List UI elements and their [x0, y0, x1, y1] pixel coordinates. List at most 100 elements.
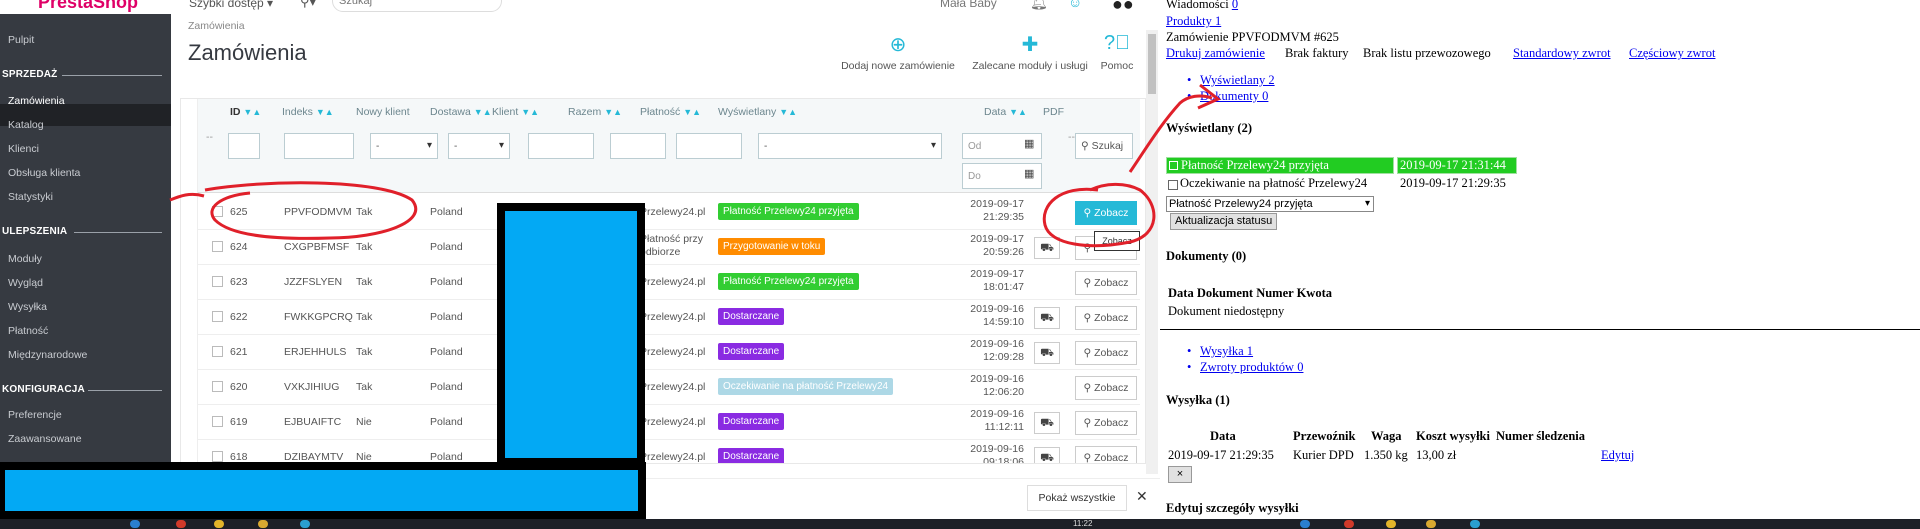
table-row[interactable]: 618 DZIBAYMTV Nie Poland Przelewy24.pl Dostar… [198, 440, 1140, 463]
standard-return-link[interactable]: Standardowy zwrot [1513, 46, 1611, 61]
close-icon[interactable]: ✕ [1136, 488, 1148, 505]
sidebar-item-customer-service[interactable]: Obsługa klienta [8, 167, 80, 179]
col-header-date[interactable]: Data ▼▲ [984, 106, 1027, 118]
row-checkbox[interactable] [212, 241, 223, 252]
update-status-button[interactable]: Aktualizacja statusu [1170, 213, 1278, 230]
row-checkbox[interactable] [212, 311, 223, 322]
delivery-truck-icon[interactable]: ⛟ [1034, 447, 1060, 463]
products-link[interactable]: Produkty 1 [1166, 14, 1221, 29]
sidebar-item-international[interactable]: Międzynarodowe [8, 349, 87, 361]
filter-new-client-select[interactable]: - [370, 133, 438, 159]
help-button[interactable]: ?⃝ Pomoc [1096, 32, 1138, 72]
table-row[interactable]: 625 PPVFODMVM Tak Poland Przelewy24.pl Płatno… [198, 195, 1140, 230]
view-order-button[interactable]: ⚲ Zobacz [1075, 376, 1137, 400]
avatar[interactable]: ●● [1112, 0, 1134, 15]
sidebar-item-shipping[interactable]: Wysyłka [8, 301, 47, 313]
add-order-button[interactable]: ⊕ Dodaj nowe zamówienie [838, 32, 958, 72]
table-row[interactable]: 621 ERJEHHULS Tak Poland Przelewy24.pl Dostar… [198, 335, 1140, 370]
view-order-button[interactable]: ⚲ Zobacz [1075, 341, 1137, 365]
filter-total-input[interactable] [610, 133, 666, 159]
sidebar-item-preferences[interactable]: Preferencje [8, 409, 62, 421]
sidebar-item-payment[interactable]: Płatność [8, 325, 48, 337]
taskbar-app-icon[interactable] [1300, 520, 1310, 528]
view-order-button[interactable]: ⚲ Zobacz [1075, 411, 1137, 435]
messages-link[interactable]: 0 [1232, 0, 1238, 11]
taskbar-app-icon[interactable] [1470, 520, 1480, 528]
table-row[interactable]: 624 CXGPBFMSF Tak Poland Płatność przy odbio… [198, 230, 1140, 265]
delivery-truck-icon[interactable]: ⛟ [1034, 307, 1060, 329]
row-checkbox[interactable] [212, 206, 223, 217]
taskbar-app-icon[interactable] [130, 520, 140, 528]
delivery-truck-icon[interactable]: ⛟ [1034, 237, 1060, 259]
search-icon[interactable]: ⚲▾ [300, 0, 316, 10]
row-checkbox[interactable] [212, 276, 223, 287]
partial-return-link[interactable]: Częściowy zwrot [1629, 46, 1715, 61]
show-all-button[interactable]: Pokaż wszystkie [1027, 485, 1127, 511]
sidebar-item-modules[interactable]: Moduły [8, 253, 42, 265]
taskbar-app-icon[interactable] [300, 520, 310, 528]
close-shipping-button[interactable]: × [1168, 466, 1192, 483]
bell-icon[interactable]: 🔔︎ [1030, 0, 1048, 11]
sidebar-item-dashboard[interactable]: Pulpit [8, 34, 34, 46]
edit-shipping-link[interactable]: Edytuj [1601, 448, 1634, 463]
order-index: JZZFSLYEN [284, 276, 343, 288]
customer-icon[interactable]: ☺ [1068, 0, 1082, 10]
row-checkbox[interactable] [212, 346, 223, 357]
filter-status-select[interactable]: - [758, 133, 942, 159]
view-order-button[interactable]: ⚲ Zobacz [1075, 306, 1137, 330]
sidebar-item-orders[interactable]: Zamówienia [8, 95, 65, 107]
taskbar-app-icon[interactable] [214, 520, 224, 528]
tab-documents[interactable]: Dokumenty 0 [1187, 89, 1268, 104]
view-order-button[interactable]: ⚲ Zobacz [1075, 446, 1137, 463]
filter-delivery-select[interactable]: - [448, 133, 510, 159]
table-row[interactable]: 622 FWKKGPCRQ Tak Poland Przelewy24.pl Dostar… [198, 300, 1140, 335]
scrollbar-thumb[interactable] [1148, 34, 1156, 94]
search-button[interactable]: ⚲ Szukaj [1075, 133, 1133, 159]
product-returns-link[interactable]: Zwroty produktów 0 [1187, 360, 1304, 375]
taskbar-app-icon[interactable] [1426, 520, 1436, 528]
quick-access-menu[interactable]: Szybki dostęp ▾ [189, 0, 273, 10]
sidebar-item-advanced[interactable]: Zaawansowane [8, 433, 82, 445]
calendar-icon[interactable]: ▦ [1024, 167, 1042, 185]
col-header-status[interactable]: Wyświetlany ▼▲ [718, 106, 797, 118]
view-order-button[interactable]: ⚲ Zobacz [1075, 271, 1137, 295]
recommended-modules-button[interactable]: ✚ Zalecane moduły i usługi [968, 32, 1092, 72]
taskbar-app-icon[interactable] [1386, 520, 1396, 528]
shop-name[interactable]: Mała Baby [940, 0, 997, 10]
table-row[interactable]: 619 EJBUAIFTC Nie Poland Przelewy24.pl Dostar… [198, 405, 1140, 440]
sidebar-item-catalog[interactable]: Katalog [8, 119, 44, 131]
filter-customer-input[interactable] [528, 133, 594, 159]
col-header-customer[interactable]: Klient ▼▲ [492, 106, 539, 118]
table-row[interactable]: 620 VXKJIHIUG Tak Poland Przelewy24.pl Oczeki… [198, 370, 1140, 405]
col-header-total[interactable]: Razem ▼▲ [568, 106, 622, 118]
table-row[interactable]: 623 JZZFSLYEN Tak Poland Przelewy24.pl Płatno… [198, 265, 1140, 300]
calendar-icon[interactable]: ▦ [1024, 137, 1042, 155]
taskbar-app-icon[interactable] [1344, 520, 1354, 528]
sidebar-item-design[interactable]: Wygląd [8, 277, 43, 289]
col-header-index[interactable]: Indeks ▼▲ [282, 106, 334, 118]
col-header-delivery[interactable]: Dostawa ▼▲ [430, 106, 492, 118]
print-order-link[interactable]: Drukuj zamówienie [1166, 46, 1265, 61]
row-checkbox[interactable] [212, 416, 223, 427]
taskbar-app-icon[interactable] [258, 520, 268, 528]
sidebar-item-customers[interactable]: Klienci [8, 143, 39, 155]
shipping-link[interactable]: Wysyłka 1 [1187, 344, 1253, 359]
delivery-truck-icon[interactable]: ⛟ [1034, 412, 1060, 434]
delivery-truck-icon[interactable]: ⛟ [1034, 342, 1060, 364]
order-new-client: Tak [356, 311, 373, 323]
taskbar-app-icon[interactable] [176, 520, 186, 528]
filter-id-input[interactable] [228, 133, 260, 159]
col-header-id[interactable]: ID ▼▲ [230, 106, 261, 118]
sidebar-item-stats[interactable]: Statystyki [8, 191, 53, 203]
row-checkbox[interactable] [212, 451, 223, 462]
breadcrumb[interactable]: Zamówienia [188, 20, 245, 32]
col-header-payment[interactable]: Płatność ▼▲ [640, 106, 701, 118]
filter-index-input[interactable] [284, 133, 354, 159]
row-checkbox[interactable] [212, 381, 223, 392]
order-status-select[interactable]: Płatność Przelewy24 przyjęta [1166, 196, 1374, 212]
filter-payment-input[interactable] [676, 133, 742, 159]
view-order-button[interactable]: ⚲ Zobacz [1075, 201, 1137, 225]
tab-status[interactable]: Wyświetlany 2 [1187, 73, 1275, 88]
scrollbar[interactable] [1146, 30, 1158, 474]
search-input[interactable] [332, 0, 502, 12]
